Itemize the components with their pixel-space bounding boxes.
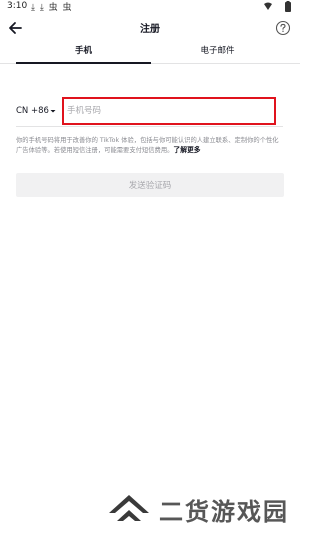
- send-code-button[interactable]: 发送验证码: [16, 173, 284, 197]
- site-watermark: 二货游戏园: [105, 487, 290, 527]
- phone-number-input[interactable]: [62, 97, 276, 125]
- status-bar: 3:10 ⤓ ⤓ 虫 虫: [0, 0, 300, 14]
- tab-email[interactable]: 电子邮件: [150, 42, 285, 64]
- disclaimer-text: 你的手机号码将用于改善你的 TikTok 体验，包括与你可能认识的人建立联系、定…: [16, 137, 279, 154]
- wifi-battery-icon: [264, 1, 291, 12]
- caret-down-icon[interactable]: [49, 107, 57, 115]
- page-title: 注册: [140, 24, 160, 35]
- watermark-logo-icon: [109, 495, 149, 521]
- watermark-text: 二货游戏园: [159, 498, 289, 526]
- phone-usage-disclaimer: 你的手机号码将用于改善你的 TikTok 体验，包括与你可能认识的人建立联系、定…: [16, 136, 284, 155]
- help-icon[interactable]: [275, 20, 291, 36]
- learn-more-link[interactable]: 了解更多: [173, 146, 200, 154]
- phone-number-row: CN +86: [16, 97, 283, 127]
- notification-icons: ⤓ ⤓ 虫 虫: [31, 3, 73, 13]
- signup-method-tabs: 手机 电子邮件: [0, 42, 300, 64]
- app-header: 注册: [0, 14, 300, 42]
- country-code-selector[interactable]: CN +86: [16, 106, 49, 116]
- tab-phone[interactable]: 手机: [16, 42, 151, 64]
- status-time: 3:10: [7, 1, 28, 11]
